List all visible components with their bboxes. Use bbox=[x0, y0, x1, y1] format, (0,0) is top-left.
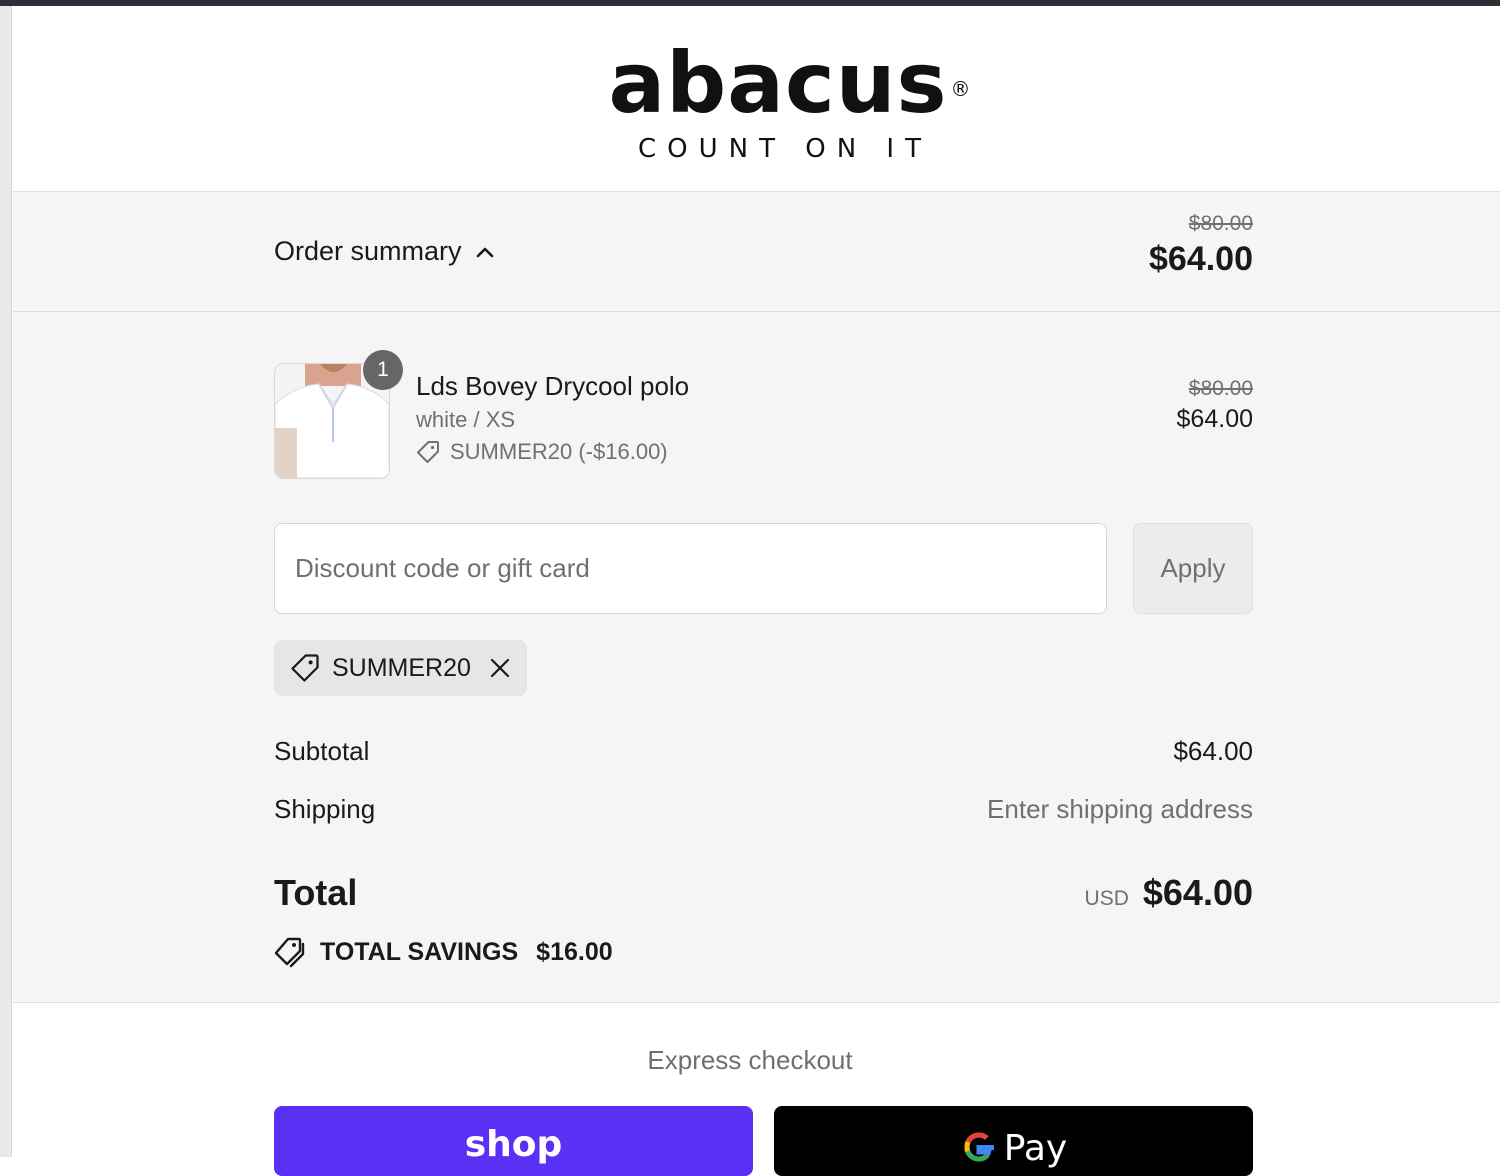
express-checkout: Express checkout shop Pay bbox=[13, 1003, 1500, 1176]
tag-icon bbox=[417, 441, 439, 463]
total-amount: USD $64.00 bbox=[1085, 872, 1253, 914]
discount-code-input[interactable] bbox=[274, 523, 1107, 614]
product-original-price: $80.00 bbox=[1188, 377, 1253, 400]
tag-icon bbox=[291, 654, 319, 682]
applied-discount-code: SUMMER20 bbox=[332, 653, 471, 682]
total-value: $64.00 bbox=[1142, 872, 1253, 913]
close-icon bbox=[490, 658, 510, 678]
apply-discount-button[interactable]: Apply bbox=[1133, 523, 1253, 614]
product-prices: $80.00 $64.00 bbox=[1177, 377, 1253, 434]
product-discount: SUMMER20 (-$16.00) bbox=[416, 439, 689, 465]
logo-tagline: COUNT ON IT bbox=[638, 134, 932, 164]
subtotal-label: Subtotal bbox=[274, 736, 370, 766]
tags-icon bbox=[274, 937, 305, 968]
product-name: Lds Bovey Drycool polo bbox=[416, 371, 690, 401]
shop-pay-label: shop bbox=[464, 1124, 563, 1165]
product-price: $64.00 bbox=[1176, 405, 1253, 433]
shop-pay-button[interactable]: shop bbox=[274, 1106, 753, 1176]
subtotal-value: $64.00 bbox=[1173, 736, 1253, 766]
quantity-badge: 1 bbox=[363, 350, 403, 390]
summary-prices: $80.00 $64.00 bbox=[1149, 212, 1253, 279]
express-checkout-label: Express checkout bbox=[647, 1045, 853, 1075]
store-header: abacus ® COUNT ON IT bbox=[13, 6, 1500, 192]
subtotal-row: Subtotal $64.00 bbox=[274, 736, 1253, 767]
order-summary-bar: Order summary $80.00 $64.00 bbox=[13, 192, 1500, 312]
shipping-label: Shipping bbox=[274, 794, 376, 824]
product-info: Lds Bovey Drycool polo white / XS SUMMER… bbox=[416, 369, 689, 465]
logo-wordmark: abacus ® bbox=[608, 34, 972, 132]
product-variant: white / XS bbox=[416, 407, 516, 432]
product-discount-label: SUMMER20 (-$16.00) bbox=[450, 439, 668, 464]
total-label: Total bbox=[274, 872, 358, 913]
savings-value: $16.00 bbox=[536, 937, 613, 966]
shipping-value: Enter shipping address bbox=[987, 794, 1253, 824]
shipping-row: Shipping Enter shipping address bbox=[274, 794, 1253, 825]
google-pay-button[interactable]: Pay bbox=[774, 1106, 1253, 1176]
browser-left-edge bbox=[0, 6, 12, 1157]
order-summary-toggle[interactable]: Order summary bbox=[274, 236, 494, 267]
total-row: Total USD $64.00 bbox=[274, 872, 1253, 914]
remove-discount-button[interactable] bbox=[489, 657, 511, 679]
chevron-up-icon bbox=[476, 247, 493, 257]
savings-label: TOTAL SAVINGS bbox=[320, 937, 519, 966]
order-summary-details: 1 Lds Bovey Drycool polo white / XS SUMM… bbox=[13, 312, 1500, 1003]
applied-discount-chip: SUMMER20 bbox=[274, 640, 527, 696]
brand-logo[interactable]: abacus ® COUNT ON IT bbox=[573, 38, 983, 164]
order-summary-label: Order summary bbox=[274, 236, 462, 266]
summary-original-price: $80.00 bbox=[1188, 212, 1253, 235]
summary-total-price: $64.00 bbox=[1149, 240, 1253, 278]
line-item: 1 Lds Bovey Drycool polo white / XS SUMM… bbox=[274, 350, 1253, 483]
total-savings: TOTAL SAVINGS $16.00 bbox=[274, 936, 613, 968]
google-pay-label: Pay bbox=[1003, 1128, 1068, 1169]
google-g-icon bbox=[964, 1132, 994, 1162]
currency-code: USD bbox=[1084, 887, 1129, 910]
registered-mark: ® bbox=[950, 77, 972, 101]
